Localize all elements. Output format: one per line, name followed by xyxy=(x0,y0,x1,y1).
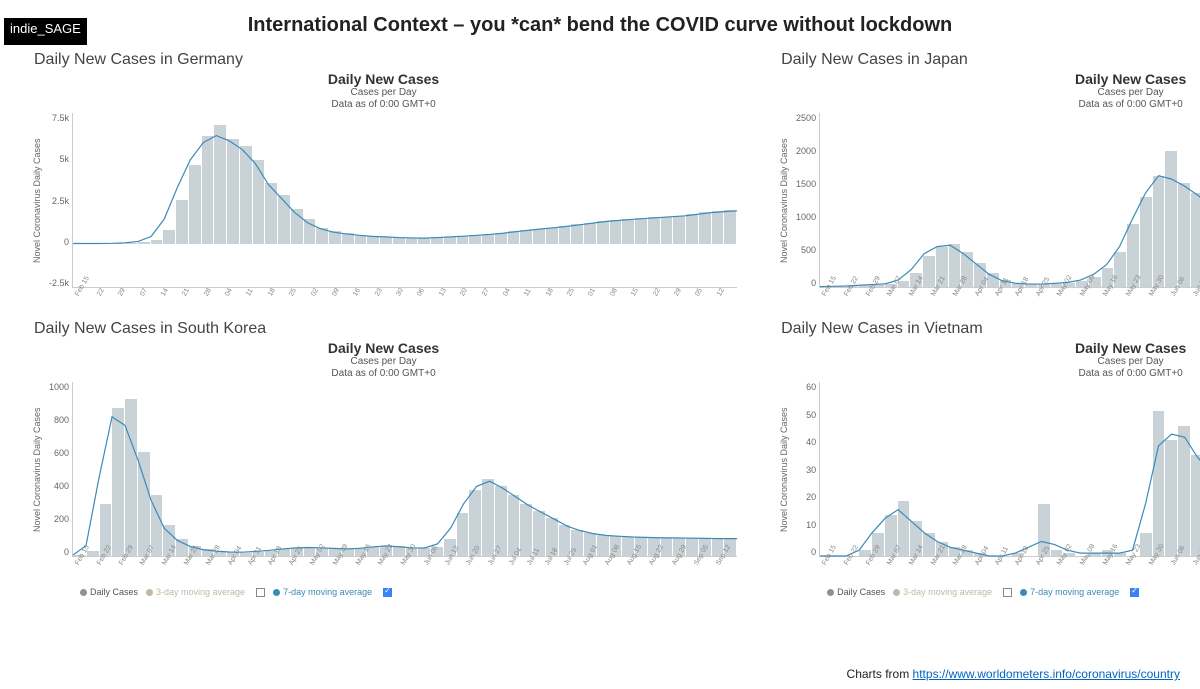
chart-subtitle: Data as of 0:00 GMT+0 xyxy=(30,99,737,111)
chart-subtitle: Data as of 0:00 GMT+0 xyxy=(777,99,1200,111)
legend-daily: Daily Cases xyxy=(80,587,138,597)
y-ticks: 25002000150010005000 xyxy=(791,113,819,288)
y-axis-label: Novel Coronavirus Daily Cases xyxy=(30,113,44,288)
legend-7day: 7-day moving average xyxy=(273,587,372,597)
checkbox-7day[interactable] xyxy=(1130,588,1139,597)
chart-title: Daily New Cases xyxy=(30,340,737,356)
source-link[interactable]: https://www.worldometers.info/coronaviru… xyxy=(913,667,1180,681)
legend-daily: Daily Cases xyxy=(827,587,885,597)
legend-3day: 3-day moving average xyxy=(146,587,245,597)
y-ticks: 6050403020100 xyxy=(791,382,819,557)
chart-cell-japan: Daily New Cases in Japan Daily New CasesC… xyxy=(777,51,1200,316)
x-ticks: Feb 15Feb 22Feb 29Mar 07Mar 14Mar 21Mar … xyxy=(74,557,737,585)
chart-legend: Daily Cases 3-day moving average 7-day mov… xyxy=(827,587,1200,597)
page-title: International Context – you *can* bend t… xyxy=(0,14,1200,37)
country-heading: Daily New Cases in Vietnam xyxy=(781,320,1200,338)
chart-plot-area: Novel Coronavirus Daily Cases10008006004… xyxy=(30,382,737,557)
source-attribution: Charts from https://www.worldometers.inf… xyxy=(847,667,1180,681)
chart-title: Daily New Cases xyxy=(30,71,737,87)
country-heading: Daily New Cases in Germany xyxy=(34,51,737,69)
chart-subtitle: Data as of 0:00 GMT+0 xyxy=(777,368,1200,380)
y-ticks: 10008006004002000 xyxy=(44,382,72,557)
legend-3day: 3-day moving average xyxy=(893,587,992,597)
chart-plot-area: Novel Coronavirus Daily Cases25002000150… xyxy=(777,113,1200,288)
plot xyxy=(819,113,1200,288)
chart-cell-germany: Daily New Cases in Germany Daily New Case… xyxy=(30,51,737,316)
y-ticks: 7.5k5k2.5k0-2.5k xyxy=(44,113,72,288)
plot xyxy=(72,113,737,288)
y-axis-label: Novel Coronavirus Daily Cases xyxy=(30,382,44,557)
x-ticks: Feb 152229071421280411182502091623300613… xyxy=(74,288,737,316)
checkbox-3day[interactable] xyxy=(1003,588,1012,597)
legend-7day: 7-day moving average xyxy=(1020,587,1119,597)
chart-subtitle: Cases per Day xyxy=(30,87,737,99)
chart-plot-area: Novel Coronavirus Daily Cases60504030201… xyxy=(777,382,1200,557)
x-ticks: Feb 15Feb 22Feb 29Mar 07Mar 14Mar 21Mar … xyxy=(821,288,1200,316)
line-7day-avg xyxy=(820,113,1200,287)
chart-cell-vietnam: Daily New Cases in Vietnam Daily New Case… xyxy=(777,320,1200,597)
country-heading: Daily New Cases in Japan xyxy=(781,51,1200,69)
chart-plot-area: Novel Coronavirus Daily Cases7.5k5k2.5k0… xyxy=(30,113,737,288)
y-axis-label: Novel Coronavirus Daily Cases xyxy=(777,382,791,557)
line-7day-avg xyxy=(73,113,737,287)
plot xyxy=(819,382,1200,557)
line-7day-avg xyxy=(73,382,737,556)
plot xyxy=(72,382,737,557)
line-7day-avg xyxy=(820,382,1200,556)
checkbox-7day[interactable] xyxy=(383,588,392,597)
y-axis-label: Novel Coronavirus Daily Cases xyxy=(777,113,791,288)
chart-subtitle: Data as of 0:00 GMT+0 xyxy=(30,368,737,380)
chart-grid: Daily New Cases in Germany Daily New Case… xyxy=(0,37,1200,597)
checkbox-3day[interactable] xyxy=(256,588,265,597)
x-ticks: Feb 15Feb 22Feb 29Mar 07Mar 14Mar 21Mar … xyxy=(821,557,1200,585)
country-heading: Daily New Cases in South Korea xyxy=(34,320,737,338)
chart-subtitle: Cases per Day xyxy=(30,356,737,368)
chart-title: Daily New Cases xyxy=(777,340,1200,356)
logo: indie_SAGE xyxy=(4,18,87,45)
chart-title: Daily New Cases xyxy=(777,71,1200,87)
chart-cell-south-korea: Daily New Cases in South Korea Daily New … xyxy=(30,320,737,597)
chart-subtitle: Cases per Day xyxy=(777,87,1200,99)
chart-legend: Daily Cases 3-day moving average 7-day mov… xyxy=(80,587,737,597)
chart-subtitle: Cases per Day xyxy=(777,356,1200,368)
